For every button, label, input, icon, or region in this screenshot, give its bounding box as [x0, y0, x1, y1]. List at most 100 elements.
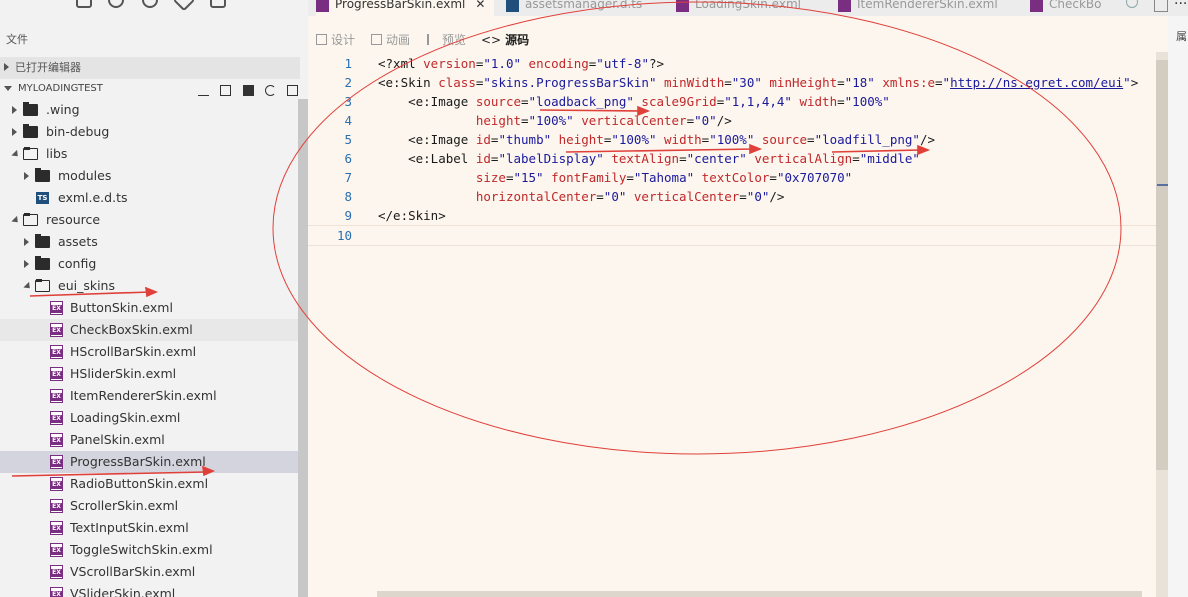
- folder-icon: [23, 102, 38, 116]
- code-line[interactable]: 1 <?xml version="1.0" encoding="utf-8"?>: [308, 54, 1168, 73]
- project-section[interactable]: MYLOADINGTEST: [0, 79, 300, 99]
- code-text: size="15" fontFamily="Tahoma" textColor=…: [475, 170, 853, 185]
- tree-folder[interactable]: resource: [0, 209, 300, 231]
- extensions-icon[interactable]: [210, 0, 226, 8]
- vertical-scrollbar-thumb[interactable]: [1156, 60, 1168, 470]
- exml-file-icon: EX: [50, 367, 63, 381]
- tree-folder[interactable]: eui_skins: [0, 275, 300, 297]
- preview-mode-icon: [427, 34, 438, 45]
- tree-folder[interactable]: libs: [0, 143, 300, 165]
- tree-file[interactable]: EX RadioButtonSkin.exml: [0, 473, 300, 495]
- tab-itemrendererskin[interactable]: ItemRendererSkin.exml: [838, 0, 998, 16]
- tree-file[interactable]: EX HScrollBarSkin.exml: [0, 341, 300, 363]
- code-line[interactable]: 8 horizontalCenter="0" verticalCenter="0…: [308, 187, 1168, 206]
- project-toolbar: [190, 81, 298, 101]
- tree-file[interactable]: EX LoadingSkin.exml: [0, 407, 300, 429]
- tree-file[interactable]: EX ItemRendererSkin.exml: [0, 385, 300, 407]
- code-line[interactable]: 6 <e:Label id="labelDisplay" textAlign="…: [308, 149, 1168, 168]
- code-line[interactable]: 4 height="100%" verticalCenter="0"/>: [308, 111, 1168, 130]
- folder-open-icon: [23, 213, 38, 226]
- source-label: 源码: [505, 33, 530, 47]
- preview-mode-button[interactable]: 预览: [427, 31, 466, 48]
- compare-icon[interactable]: [198, 85, 210, 96]
- tree-folder[interactable]: bin-debug: [0, 121, 300, 143]
- editor-tabs: ProgressBarSkin.exml ✕ assetsmanager.d.ts…: [308, 0, 1188, 16]
- preview-icon[interactable]: [1126, 0, 1138, 8]
- tab-assetsmanager[interactable]: assetsmanager.d.ts: [506, 0, 642, 16]
- tab-label: assetsmanager.d.ts: [525, 0, 643, 11]
- tree-item-label: modules: [58, 168, 112, 183]
- design-mode-button[interactable]: 设计: [316, 31, 355, 48]
- tree-file[interactable]: EX VScrollBarSkin.exml: [0, 561, 300, 583]
- exml-file-icon: EX: [50, 477, 63, 491]
- open-editors-section[interactable]: 已打开编辑器: [0, 57, 300, 79]
- tree-file[interactable]: EX HSliderSkin.exml: [0, 363, 300, 385]
- refresh-icon[interactable]: [264, 84, 276, 96]
- preview-label: 预览: [442, 33, 467, 47]
- tab-loadingskin[interactable]: LoadingSkin.exml: [676, 0, 801, 16]
- tree-folder[interactable]: config: [0, 253, 300, 275]
- tree-folder[interactable]: modules: [0, 165, 300, 187]
- tree-file[interactable]: EX VSliderSkin.exml: [0, 583, 300, 597]
- tree-file[interactable]: EX ButtonSkin.exml: [0, 297, 300, 319]
- close-icon[interactable]: ✕: [475, 0, 485, 10]
- new-folder-icon[interactable]: [242, 84, 254, 96]
- line-number: 1: [344, 56, 352, 71]
- tree-folder[interactable]: assets: [0, 231, 300, 253]
- tree-file[interactable]: TS exml.e.d.ts: [0, 187, 300, 209]
- split-editor-icon[interactable]: [1154, 0, 1168, 12]
- sidebar-scrollbar[interactable]: [298, 99, 308, 597]
- exml-file-icon: EX: [50, 521, 63, 535]
- git-icon[interactable]: [172, 0, 196, 12]
- code-line[interactable]: 7 size="15" fontFamily="Tahoma" textColo…: [308, 168, 1168, 187]
- exml-file-icon: EX: [50, 499, 63, 513]
- horizontal-scrollbar[interactable]: [377, 591, 1142, 597]
- line-number: 8: [344, 189, 352, 204]
- exml-file-icon: EX: [50, 565, 63, 579]
- chevron-right-icon: [24, 172, 29, 180]
- code-line[interactable]: 5 <e:Image id="thumb" height="100%" widt…: [308, 130, 1168, 149]
- ts-file-icon: [506, 0, 519, 12]
- tab-checkbox[interactable]: CheckBo: [1030, 0, 1102, 16]
- tree-folder[interactable]: .wing: [0, 99, 300, 121]
- debug-icon[interactable]: [142, 0, 158, 8]
- tree-item-label: resource: [46, 212, 101, 227]
- new-file-icon[interactable]: [220, 84, 232, 96]
- code-line[interactable]: 3 <e:Image source="loadback_png" scale9G…: [308, 92, 1168, 111]
- chevron-down-icon: [11, 149, 21, 160]
- properties-panel[interactable]: [1168, 16, 1188, 597]
- tree-item-label: RadioButtonSkin.exml: [70, 476, 209, 491]
- chevron-down-icon: [23, 281, 33, 292]
- tree-file[interactable]: EX PanelSkin.exml: [0, 429, 300, 451]
- tree-item-label: VScrollBarSkin.exml: [70, 564, 196, 579]
- code-line[interactable]: 9 </e:Skin>: [308, 206, 1168, 225]
- tree-file[interactable]: EX ToggleSwitchSkin.exml: [0, 539, 300, 561]
- collapse-all-icon[interactable]: [287, 84, 298, 96]
- tree-file[interactable]: EX ScrollerSkin.exml: [0, 495, 300, 517]
- tab-progressbarskin[interactable]: ProgressBarSkin.exml ✕: [316, 0, 494, 16]
- tree-item-label: .wing: [46, 102, 80, 117]
- exml-file-icon: EX: [50, 323, 63, 337]
- code-line[interactable]: 10: [308, 225, 1168, 246]
- line-number: 5: [344, 132, 352, 147]
- tree-file[interactable]: EX TextInputSkin.exml: [0, 517, 300, 539]
- design-label: 设计: [331, 33, 356, 47]
- tree-item-label: VSliderSkin.exml: [70, 586, 176, 597]
- chevron-right-icon: [4, 63, 9, 71]
- exml-file-icon: [676, 0, 689, 12]
- animation-mode-button[interactable]: 动画: [371, 31, 410, 48]
- search-icon[interactable]: [108, 0, 124, 8]
- source-mode-button[interactable]: <> 源码: [481, 31, 529, 48]
- more-actions-icon[interactable]: ...: [1174, 0, 1187, 8]
- code-line[interactable]: 2 <e:Skin class="skins.ProgressBarSkin" m…: [308, 73, 1168, 92]
- explorer-icon[interactable]: [76, 0, 92, 8]
- code-text: <e:Label id="labelDisplay" textAlign="ce…: [378, 151, 920, 166]
- tree-file[interactable]: EX CheckBoxSkin.exml: [0, 319, 300, 341]
- code-text: <e:Image id="thumb" height="100%" width=…: [378, 132, 935, 147]
- tree-file[interactable]: EX ProgressBarSkin.exml: [0, 451, 300, 473]
- open-editors-label: 已打开编辑器: [15, 61, 81, 74]
- exml-file-icon: [838, 0, 851, 12]
- tree-item-label: ToggleSwitchSkin.exml: [70, 542, 213, 557]
- exml-file-icon: EX: [50, 455, 63, 469]
- code-editor[interactable]: 1 <?xml version="1.0" encoding="utf-8"?> 2…: [308, 52, 1168, 592]
